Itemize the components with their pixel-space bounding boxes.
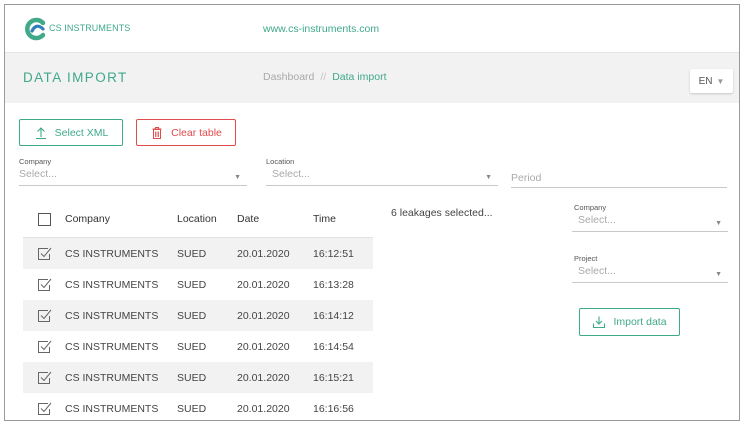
column-header-date[interactable]: Date xyxy=(237,213,313,225)
table-row[interactable]: CS INSTRUMENTS SUED 20.01.2020 16:16:56 xyxy=(23,393,373,420)
table-row[interactable]: CS INSTRUMENTS SUED 20.01.2020 16:13:28 xyxy=(23,269,373,300)
cell-company: CS INSTRUMENTS xyxy=(65,247,159,260)
chevron-down-icon: ▼ xyxy=(715,220,722,227)
cell-date: 20.01.2020 xyxy=(237,402,290,415)
table-header: Company Location Date Time xyxy=(23,201,373,238)
location-filter-select[interactable]: Location Select... ▼ xyxy=(266,157,498,186)
cell-time: 16:14:54 xyxy=(313,340,354,353)
trash-icon xyxy=(152,126,162,139)
table-body: CS INSTRUMENTS SUED 20.01.2020 16:12:51 CS I… xyxy=(23,238,373,420)
language-select[interactable]: EN ▼ xyxy=(690,69,733,93)
location-filter-label: Location xyxy=(266,157,295,166)
cell-time: 16:15:21 xyxy=(313,371,354,384)
chevron-down-icon: ▼ xyxy=(485,174,492,181)
import-company-value: Select... xyxy=(578,214,616,226)
page-header: DATA IMPORT Dashboard // Data import EN ▼ xyxy=(5,53,739,103)
cell-time: 16:16:56 xyxy=(313,402,354,415)
checkbox-checked-icon xyxy=(37,278,51,291)
cell-company: CS INSTRUMENTS xyxy=(65,278,159,291)
checkbox-checked-icon xyxy=(37,340,51,353)
cell-company: CS INSTRUMENTS xyxy=(65,340,159,353)
select-xml-label: Select XML xyxy=(54,126,109,139)
select-all-checkbox[interactable] xyxy=(23,212,65,226)
clear-table-label: Clear table xyxy=(171,126,222,139)
cell-company: CS INSTRUMENTS xyxy=(65,371,159,384)
language-value: EN xyxy=(698,75,713,87)
site-url-link[interactable]: www.cs-instruments.com xyxy=(263,23,379,35)
cell-date: 20.01.2020 xyxy=(237,247,290,260)
table-row[interactable]: CS INSTRUMENTS SUED 20.01.2020 16:14:12 xyxy=(23,300,373,331)
breadcrumb-dashboard-link[interactable]: Dashboard xyxy=(263,71,314,83)
period-input[interactable]: Period xyxy=(511,159,727,188)
cell-location: SUED xyxy=(177,371,207,384)
checkbox-checked-icon xyxy=(37,371,51,384)
cell-location: SUED xyxy=(177,309,207,322)
breadcrumb: Dashboard // Data import xyxy=(263,71,387,83)
cell-time: 16:12:51 xyxy=(313,247,354,260)
cell-location: SUED xyxy=(177,278,207,291)
cell-location: SUED xyxy=(177,247,207,260)
leakage-table: Company Location Date Time CS INSTRUMENT… xyxy=(23,201,373,420)
cell-location: SUED xyxy=(177,402,207,415)
page-title: DATA IMPORT xyxy=(23,70,128,85)
import-project-value: Select... xyxy=(578,265,616,277)
selection-summary: 6 leakages selected... xyxy=(391,207,493,219)
top-bar: CS INSTRUMENTS www.cs-instruments.com xyxy=(5,5,739,53)
logo-text: CS INSTRUMENTS xyxy=(49,23,131,33)
breadcrumb-current: Data import xyxy=(332,71,387,83)
checkbox-checked-icon xyxy=(37,402,51,415)
company-filter-label: Company xyxy=(19,157,52,166)
row-checkbox[interactable] xyxy=(23,308,65,323)
period-placeholder: Period xyxy=(511,172,542,184)
cs-logo-icon[interactable] xyxy=(23,17,47,41)
company-filter-value: Select... xyxy=(19,168,57,180)
table-row[interactable]: CS INSTRUMENTS SUED 20.01.2020 16:15:21 xyxy=(23,362,373,393)
table-row[interactable]: CS INSTRUMENTS SUED 20.01.2020 16:12:51 xyxy=(23,238,373,269)
column-header-time[interactable]: Time xyxy=(313,213,373,225)
import-data-label: Import data xyxy=(613,316,667,328)
cell-date: 20.01.2020 xyxy=(237,309,290,322)
upload-icon xyxy=(35,126,46,139)
import-project-label: Project xyxy=(574,254,598,263)
row-checkbox[interactable] xyxy=(23,277,65,292)
chevron-down-icon: ▼ xyxy=(715,271,722,278)
breadcrumb-separator: // xyxy=(320,71,327,83)
import-company-label: Company xyxy=(574,203,607,212)
cell-time: 16:14:12 xyxy=(313,309,354,322)
column-header-location[interactable]: Location xyxy=(177,213,237,225)
chevron-down-icon: ▼ xyxy=(716,76,725,86)
checkbox-checked-icon xyxy=(37,247,51,260)
row-checkbox[interactable] xyxy=(23,370,65,385)
company-filter-select[interactable]: Company Select... ▼ xyxy=(19,157,247,186)
cell-time: 16:13:28 xyxy=(313,278,354,291)
chevron-down-icon: ▼ xyxy=(234,174,241,181)
import-company-select[interactable]: Company Select... ▼ xyxy=(572,203,728,232)
import-project-select[interactable]: Project Select... ▼ xyxy=(572,254,728,283)
clear-table-button[interactable]: Clear table xyxy=(136,119,236,146)
cell-company: CS INSTRUMENTS xyxy=(65,402,159,415)
cell-date: 20.01.2020 xyxy=(237,278,290,291)
checkbox-empty-icon xyxy=(37,212,51,226)
row-checkbox[interactable] xyxy=(23,339,65,354)
checkbox-checked-icon xyxy=(37,309,51,322)
app-frame: CS INSTRUMENTS www.cs-instruments.com DA… xyxy=(4,4,740,421)
cell-date: 20.01.2020 xyxy=(237,340,290,353)
import-data-button[interactable]: Import data xyxy=(579,308,680,336)
cell-location: SUED xyxy=(177,340,207,353)
row-checkbox[interactable] xyxy=(23,401,65,416)
table-row[interactable]: CS INSTRUMENTS SUED 20.01.2020 16:14:54 xyxy=(23,331,373,362)
import-icon xyxy=(593,316,606,329)
select-xml-button[interactable]: Select XML xyxy=(19,119,123,146)
column-header-company[interactable]: Company xyxy=(65,213,177,225)
cell-company: CS INSTRUMENTS xyxy=(65,309,159,322)
row-checkbox[interactable] xyxy=(23,246,65,261)
location-filter-value: Select... xyxy=(272,168,310,180)
cell-date: 20.01.2020 xyxy=(237,371,290,384)
